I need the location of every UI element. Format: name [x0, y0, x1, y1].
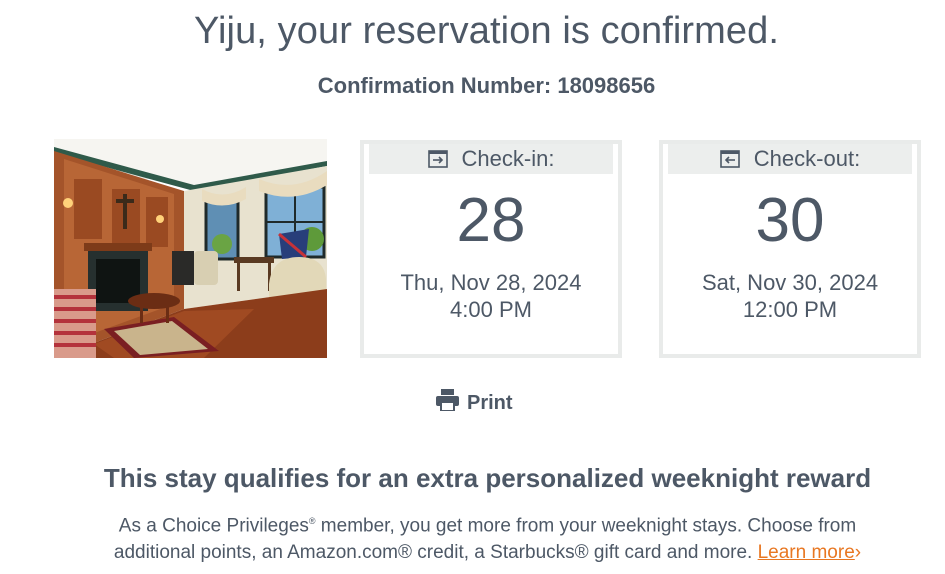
checkin-date: Thu, Nov 28, 2024 [400, 270, 582, 295]
registered-mark: ® [308, 516, 316, 526]
printer-icon [436, 389, 459, 417]
arrow-out-of-box-icon [719, 150, 740, 168]
learn-more-link[interactable]: Learn more [758, 542, 855, 563]
hotel-room-photo [54, 139, 327, 358]
reward-title: This stay qualifies for an extra persona… [103, 463, 872, 493]
checkin-label: Check-in: [461, 146, 555, 171]
checkout-header: Check-out: [668, 144, 912, 174]
print-button[interactable]: Print [436, 389, 513, 417]
chevron-right-icon[interactable]: › [855, 542, 861, 563]
confirmation-headline: Yiju, your reservation is confirmed. [193, 10, 780, 52]
reward-text-part1: As a Choice Privileges [118, 515, 309, 537]
checkin-header: Check-in: [369, 144, 613, 174]
checkin-day: 28 [456, 186, 526, 255]
checkout-card: Check-out: 30 Sat, Nov 30, 2024 12:00 PM [659, 140, 921, 358]
confirmation-number: Confirmation Number: 18098656 [317, 73, 656, 98]
checkin-time: 4:00 PM [450, 297, 532, 322]
checkout-date: Sat, Nov 30, 2024 [701, 270, 879, 295]
checkout-day: 30 [755, 186, 825, 255]
checkin-card: Check-in: 28 Thu, Nov 28, 2024 4:00 PM [360, 140, 622, 358]
reward-description: As a Choice Privileges® member, you get … [80, 508, 895, 566]
print-label: Print [467, 391, 513, 414]
checkout-time: 12:00 PM [742, 297, 838, 322]
arrow-into-box-icon [427, 150, 448, 168]
checkout-label: Check-out: [753, 146, 861, 171]
